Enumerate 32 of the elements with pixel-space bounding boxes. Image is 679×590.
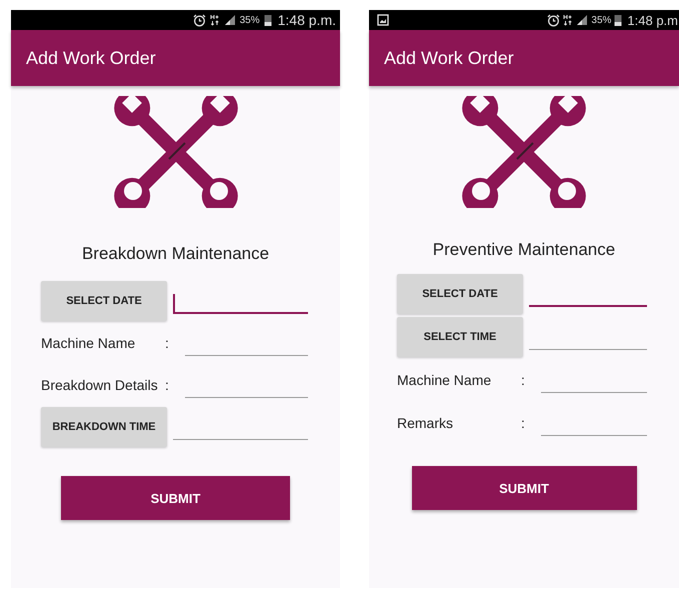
form-heading: Preventive Maintenance — [432, 240, 616, 260]
battery-percentage: 35% — [591, 14, 612, 26]
alarm-clock-icon — [192, 14, 206, 26]
field-label: Breakdown Details — [41, 377, 159, 393]
colon: : — [521, 414, 526, 430]
app-bar-title: Add Work Order — [26, 48, 156, 68]
form-heading: Breakdown Maintenance — [82, 244, 270, 264]
submit-button[interactable]: SUBMIT — [412, 466, 636, 510]
picker-button[interactable]: BREAKDOWN TIME — [41, 407, 167, 447]
field-label: Machine Name — [397, 372, 492, 388]
battery-percentage: 35% — [240, 14, 260, 26]
mobile-data-icon — [563, 14, 574, 26]
picker-button[interactable]: SELECT DATE — [397, 274, 523, 314]
clock-time: 1:48 p.m. — [278, 12, 336, 28]
clock-time: 1:48 p.m — [627, 12, 678, 28]
app-bar-title: Add Work Order — [384, 48, 514, 68]
input-field[interactable] — [173, 292, 308, 314]
submit-button[interactable]: SUBMIT — [61, 476, 290, 520]
picker-button[interactable]: SELECT DATE — [41, 281, 167, 321]
battery-icon — [614, 14, 622, 26]
battery-icon — [264, 14, 272, 26]
picker-button[interactable]: SELECT TIME — [397, 316, 523, 356]
mobile-data-icon — [210, 14, 220, 26]
alarm-clock-icon — [547, 14, 560, 26]
colon: : — [165, 377, 170, 393]
field-label: Remarks — [397, 414, 454, 430]
colon: : — [521, 372, 526, 388]
field-label: Machine Name — [41, 335, 136, 351]
signal-icon — [576, 14, 588, 26]
crossed-wrenches-icon — [459, 96, 589, 208]
colon: : — [165, 335, 170, 351]
signal-icon — [224, 14, 236, 26]
